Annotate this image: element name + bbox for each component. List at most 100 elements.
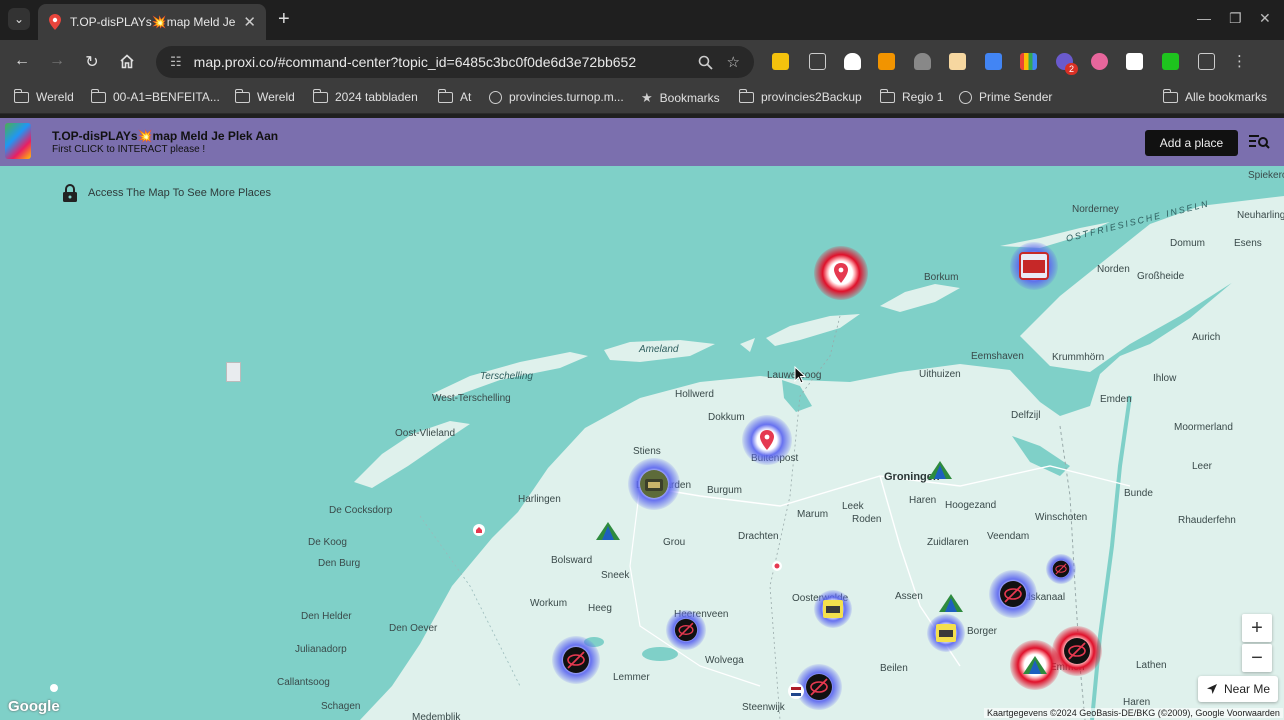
extension-rss-icon[interactable] <box>878 53 895 70</box>
extension-pink-icon[interactable] <box>1091 53 1108 70</box>
map-place-label: Borkum <box>924 272 959 283</box>
tent-icon[interactable] <box>939 594 963 612</box>
folder-icon <box>437 88 453 103</box>
location-pin-marker[interactable] <box>742 415 792 465</box>
hidden-place-marker[interactable] <box>989 570 1037 618</box>
search-list-icon[interactable] <box>1248 134 1270 150</box>
globe-icon <box>489 90 502 104</box>
extension-cloud-icon[interactable] <box>844 53 861 70</box>
folder-icon <box>738 88 754 103</box>
tent-icon <box>1023 656 1047 674</box>
extension-notes-icon[interactable] <box>772 53 789 70</box>
small-pin-icon[interactable] <box>771 560 783 572</box>
home-icon[interactable] <box>119 54 135 69</box>
hidden-place-marker[interactable] <box>552 636 600 684</box>
year-2024-marker[interactable] <box>927 614 965 652</box>
zoom-in-button[interactable]: + <box>1242 614 1272 642</box>
bookmark-item[interactable]: ★ Bookmarks <box>641 90 720 106</box>
location-pin-marker[interactable] <box>814 246 868 300</box>
folder-icon <box>312 88 328 103</box>
app-logo[interactable] <box>5 123 31 159</box>
bookmark-star-icon[interactable]: ☆ <box>727 53 740 71</box>
extension-translate-icon[interactable] <box>985 53 1002 70</box>
map-place-label: Medemblik <box>412 712 461 720</box>
photo-icon <box>640 470 668 498</box>
url-text[interactable]: map.proxi.co/#command-center?topic_id=64… <box>194 54 684 70</box>
map-place-label: Terschelling <box>480 371 533 382</box>
hidden-place-marker[interactable] <box>666 610 706 650</box>
near-me-label: Near Me <box>1223 682 1270 696</box>
tent-marker[interactable] <box>1010 640 1060 690</box>
year-2024-marker[interactable] <box>814 590 852 628</box>
new-tab-button[interactable]: + <box>278 8 290 30</box>
calendar-2024-icon <box>823 600 843 618</box>
tab-close-icon[interactable]: ✕ <box>243 13 256 31</box>
map-canvas[interactable]: Access The Map To See More Places Spieke… <box>0 166 1284 720</box>
extension-pin-icon[interactable] <box>1126 53 1143 70</box>
map-place-label: Krummhörn <box>1052 352 1105 363</box>
reload-icon[interactable]: ↻ <box>82 52 102 72</box>
access-map-note[interactable]: Access The Map To See More Places <box>62 184 271 202</box>
map-place-label: Haren <box>909 495 937 506</box>
photo-marker[interactable] <box>628 458 680 510</box>
near-me-button[interactable]: Near Me <box>1198 676 1278 702</box>
window-restore-button[interactable]: ❐ <box>1229 10 1242 27</box>
bookmark-item[interactable]: Wereld <box>13 88 74 104</box>
forward-arrow-icon[interactable]: → <box>47 52 67 70</box>
map-place-label: Heeg <box>588 603 612 614</box>
bookmark-item[interactable]: Wereld <box>234 88 295 104</box>
extension-cloud-sync-icon[interactable] <box>914 53 931 70</box>
more-menu-icon[interactable]: ⋮ <box>1232 52 1247 70</box>
browser-tab[interactable]: T.OP-disPLAYs💥map Meld Je ✕ <box>38 4 266 40</box>
bookmark-item[interactable]: At <box>437 88 471 104</box>
map-place-label: Steenwijk <box>742 702 785 713</box>
extension-green-icon[interactable] <box>1162 53 1179 70</box>
map-place-label: Uithuizen <box>919 369 961 380</box>
map-place-label: Spiekeroog <box>1248 170 1284 181</box>
location-dot <box>50 684 58 692</box>
eye-off-icon <box>1000 581 1026 607</box>
extension-doc-icon[interactable] <box>949 53 966 70</box>
tent-icon[interactable] <box>928 461 952 479</box>
flag-marker-icon[interactable] <box>788 683 804 699</box>
extensions-puzzle-icon[interactable] <box>1198 53 1215 70</box>
back-arrow-icon[interactable]: ← <box>12 52 32 70</box>
map-place-label: Den Oever <box>389 623 438 634</box>
map-place-label: Eemshaven <box>971 351 1024 362</box>
extension-frame-icon[interactable] <box>809 53 826 70</box>
site-settings-icon[interactable]: ☷ <box>170 54 182 70</box>
year-2024-marker[interactable] <box>1010 242 1058 290</box>
map-place-label: Moormerland <box>1174 422 1233 433</box>
place-thumbnail-marker[interactable] <box>226 362 241 382</box>
window-close-button[interactable]: ✕ <box>1259 10 1271 27</box>
map-attribution[interactable]: Kaartgegevens ©2024 GeoBasis-DE/BKG (©20… <box>984 708 1283 718</box>
zoom-out-button[interactable]: − <box>1242 644 1272 672</box>
bookmark-item[interactable]: 00-A1=BENFEITA... <box>90 88 220 104</box>
house-marker-icon[interactable] <box>473 524 485 536</box>
address-bar[interactable]: ☷ map.proxi.co/#command-center?topic_id=… <box>156 46 754 78</box>
tab-search-button[interactable]: ⌄ <box>8 8 30 30</box>
bookmark-item[interactable]: Regio 1 <box>879 88 943 104</box>
map-place-label: Stiens <box>633 446 661 457</box>
eye-off-icon <box>1064 638 1090 664</box>
folder-icon <box>234 88 250 103</box>
map-place-label: West-Terschelling <box>432 393 511 404</box>
hidden-place-marker[interactable] <box>1046 554 1076 584</box>
bookmark-item[interactable]: provincies.turnop.m... <box>489 90 624 104</box>
bookmark-item[interactable]: 2024 tabbladen <box>312 88 418 104</box>
bookmark-item[interactable]: Alle bookmarks <box>1162 88 1267 104</box>
lock-icon <box>63 184 77 202</box>
map-place-label: De Koog <box>308 537 347 548</box>
window-minimize-button[interactable]: — <box>1197 10 1211 26</box>
tab-title: T.OP-disPLAYs💥map Meld Je <box>70 15 236 29</box>
extension-grid-icon[interactable] <box>1020 53 1037 70</box>
bookmark-item[interactable]: provincies2Backup <box>738 88 862 104</box>
bookmark-item[interactable]: Prime Sender <box>959 90 1052 104</box>
add-place-button[interactable]: Add a place <box>1145 130 1238 156</box>
map-place-label: Wolvega <box>705 655 744 666</box>
map-place-label: Ameland <box>639 344 679 355</box>
map-place-label: Zuidlaren <box>927 537 969 548</box>
tent-icon[interactable] <box>596 522 620 540</box>
map-place-label: Sneek <box>601 570 630 581</box>
zoom-lens-icon[interactable] <box>698 55 713 70</box>
